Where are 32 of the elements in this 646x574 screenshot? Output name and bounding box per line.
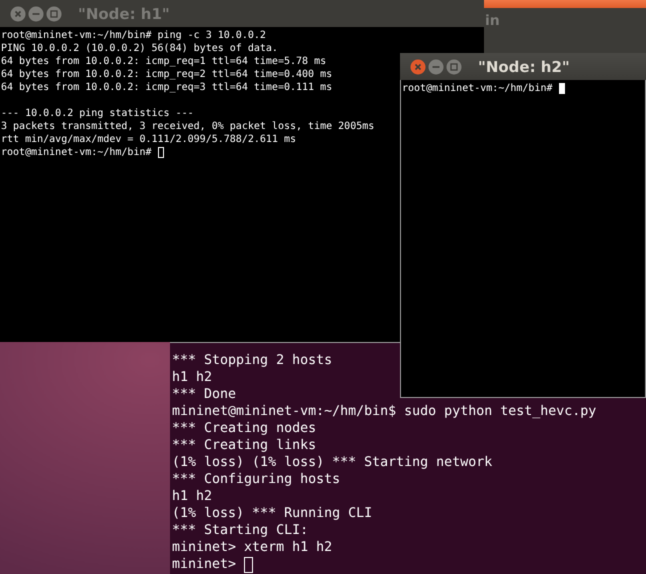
terminal-line: mininet> <box>172 556 238 573</box>
terminal-line: 64 bytes from 10.0.0.2: icmp_req=1 ttl=64 time=5.78 ms <box>1 55 326 68</box>
terminal-line: (1% loss) *** Running CLI <box>172 505 372 522</box>
window-title: in <box>485 13 500 29</box>
window-title: "Node: h2" <box>478 58 570 76</box>
terminal-line: *** Starting CLI: <box>172 522 308 539</box>
terminal-line: rtt min/avg/max/mdev = 0.111/2.099/5.788/2.611 ms <box>1 133 296 146</box>
terminal-line: root@mininet-vm:~/hm/bin# ping -c 3 10.0.0.2 <box>1 29 266 42</box>
minimize-icon[interactable] <box>28 6 44 22</box>
minimize-icon[interactable] <box>428 58 444 74</box>
terminal-line: 64 bytes from 10.0.0.2: icmp_req=2 ttl=64 time=0.400 ms <box>1 68 332 81</box>
terminal-line: h1 h2 <box>172 488 212 505</box>
terminal-line: h1 h2 <box>172 369 212 386</box>
terminal-line: 3 packets transmitted, 3 received, 0% packet loss, time 2005ms <box>1 120 374 133</box>
close-icon[interactable] <box>10 6 26 22</box>
terminal-line: PING 10.0.0.2 (10.0.0.2) 56(84) bytes of data. <box>1 42 278 55</box>
terminal-line: root@mininet-vm:~/hm/bin# <box>1 146 153 159</box>
terminal-line: *** Creating nodes <box>172 420 316 437</box>
close-icon[interactable] <box>410 58 426 74</box>
terminal-line: root@mininet-vm:~/hm/bin# <box>402 82 554 95</box>
terminal-line: --- 10.0.0.2 ping statistics --- <box>1 107 194 120</box>
terminal-line: *** Configuring hosts <box>172 471 340 488</box>
terminal-line: mininet@mininet-vm:~/hm/bin$ sudo python test_hevc.py <box>172 403 596 420</box>
terminal-line: (1% loss) (1% loss) *** Starting network <box>172 454 492 471</box>
maximize-icon[interactable] <box>446 58 462 74</box>
terminal-line: mininet> xterm h1 h2 <box>172 539 332 556</box>
terminal-line: *** Done <box>172 386 236 403</box>
maximize-icon[interactable] <box>46 6 62 22</box>
terminal-line: *** Stopping 2 hosts <box>172 352 332 369</box>
terminal-line: *** Creating links <box>172 437 316 454</box>
terminal-line: 64 bytes from 10.0.0.2: icmp_req=3 ttl=64 time=0.111 ms <box>1 81 332 94</box>
window-title: "Node: h1" <box>78 4 170 22</box>
